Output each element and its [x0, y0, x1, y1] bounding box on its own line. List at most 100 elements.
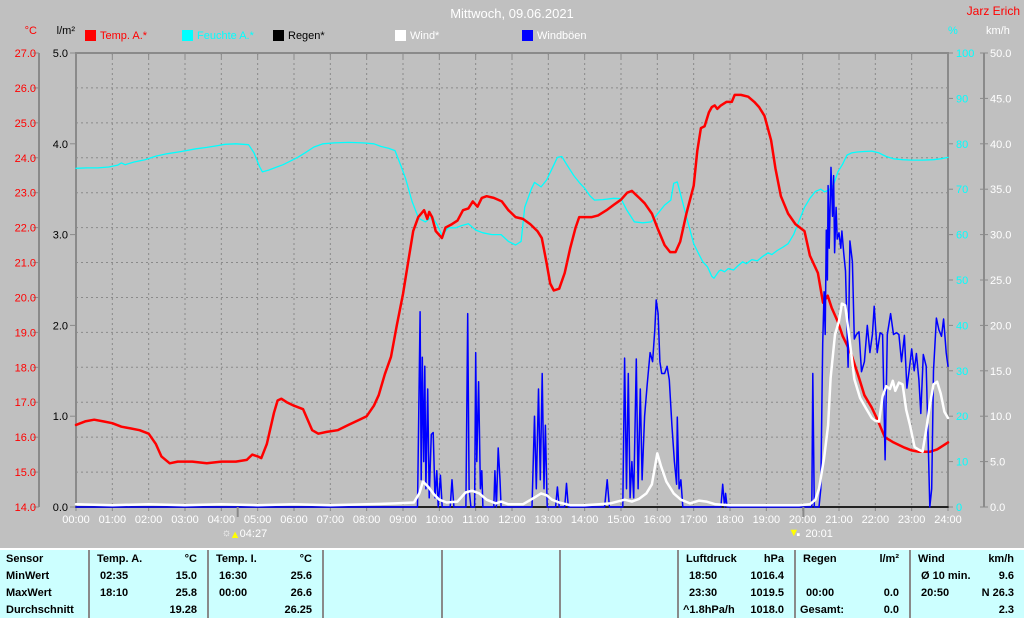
- sunrise-time-label: 04:27: [240, 528, 268, 540]
- rain-tick-label: 0.0: [53, 502, 68, 514]
- humidity-tick-label: 10: [956, 457, 968, 469]
- temp-tick-label: 15.0: [15, 467, 36, 479]
- humidity-tick-label: 100: [956, 48, 974, 60]
- hour-label: 04:00: [208, 514, 236, 526]
- temp-tick-label: 22.0: [15, 223, 36, 235]
- humidity-tick-label: 20: [956, 411, 968, 423]
- temp-tick-label: 23.0: [15, 188, 36, 200]
- temp-tick-label: 26.0: [15, 83, 36, 95]
- table-col-unit: °C: [299, 553, 312, 565]
- hour-label: 07:00: [317, 514, 345, 526]
- table-col-unit: l/m²: [879, 553, 899, 565]
- wind-tick-label: 10.0: [990, 411, 1011, 423]
- temp-tick-label: 21.0: [15, 258, 36, 270]
- rain-tick-label: 5.0: [53, 48, 68, 60]
- wind-tick-label: 35.0: [990, 184, 1011, 196]
- hour-label: 02:00: [135, 514, 163, 526]
- table-row-label: Sensor: [6, 553, 44, 565]
- hour-label: 10:00: [426, 514, 454, 526]
- wind-tick-label: 5.0: [990, 457, 1005, 469]
- wind-tick-label: 45.0: [990, 93, 1011, 105]
- humidity-tick-label: 0: [956, 502, 962, 514]
- hour-label: 21:00: [825, 514, 853, 526]
- table-min-value: 25.6: [290, 570, 312, 582]
- temp-tick-label: 20.0: [15, 292, 36, 304]
- table-max-value: 0.0: [883, 587, 899, 599]
- table-separator: [441, 550, 443, 618]
- rain-tick-label: 3.0: [53, 230, 68, 242]
- hour-label: 13:00: [535, 514, 563, 526]
- chart-canvas: 27.0 26.0 25.0 24.0 23.0 22.0 21.0 20.0 19.0 18.0…: [15, 48, 1012, 541]
- wind-tick-label: 40.0: [990, 139, 1011, 151]
- hour-label: 19:00: [753, 514, 781, 526]
- hour-label: 09:00: [389, 514, 417, 526]
- weather-app-screen: Mittwoch, 09.06.2021 Jarz Erich °C l/m² …: [0, 0, 1024, 618]
- rain-tick-label: 4.0: [53, 139, 68, 151]
- hour-label: 14:00: [571, 514, 599, 526]
- wind-tick-label: 15.0: [990, 366, 1011, 378]
- table-separator: [88, 550, 90, 618]
- hour-label: 16:00: [644, 514, 672, 526]
- temp-tick-label: 19.0: [15, 327, 36, 339]
- sunset-icon: ▪: [796, 529, 800, 541]
- table-avg-value: 0.0: [883, 604, 899, 616]
- hour-label: 08:00: [353, 514, 381, 526]
- hour-label: 01:00: [99, 514, 127, 526]
- hour-label: 23:00: [898, 514, 926, 526]
- table-min-value: 15.0: [175, 570, 197, 582]
- sunset-time-label: 20:01: [805, 528, 833, 540]
- humidity-tick-label: 90: [956, 93, 968, 105]
- table-separator: [207, 550, 209, 618]
- hour-label: 11:00: [462, 514, 489, 526]
- humidity-tick-label: 40: [956, 320, 968, 332]
- table-avg-value: 2.3: [998, 604, 1014, 616]
- table-col-unit: °C: [184, 553, 197, 565]
- table-avg-value: 1018.0: [750, 604, 784, 616]
- hour-label: 00:00: [62, 514, 90, 526]
- hour-label: 17:00: [680, 514, 708, 526]
- wind-tick-label: 20.0: [990, 320, 1011, 332]
- temp-tick-label: 18.0: [15, 362, 36, 374]
- series-humidity-line: [75, 141, 949, 279]
- hour-label: 12:00: [498, 514, 526, 526]
- table-min-value: 9.6: [998, 570, 1014, 582]
- humidity-tick-label: 80: [956, 139, 968, 151]
- table-col-unit: hPa: [763, 553, 784, 565]
- table-max-value: N 26.3: [981, 587, 1014, 599]
- table-separator: [322, 550, 324, 618]
- table-avg-value: 26.25: [284, 604, 312, 616]
- hour-label: 05:00: [244, 514, 272, 526]
- hour-label: 22:00: [862, 514, 890, 526]
- table-separator: [794, 550, 796, 618]
- humidity-tick-label: 30: [956, 366, 968, 378]
- temp-tick-label: 25.0: [15, 118, 36, 130]
- table-min-value: 1016.4: [750, 570, 784, 582]
- table-separator: [559, 550, 561, 618]
- hour-label: 15:00: [607, 514, 635, 526]
- temp-tick-label: 16.0: [15, 432, 36, 444]
- table-avg-value: 19.28: [169, 604, 197, 616]
- table-separator: [909, 550, 911, 618]
- table-max-value: 26.6: [290, 587, 312, 599]
- table-col-unit: km/h: [988, 553, 1014, 565]
- table-separator: [677, 550, 679, 618]
- humidity-tick-label: 70: [956, 184, 968, 196]
- temp-tick-label: 27.0: [15, 48, 36, 60]
- humidity-tick-label: 50: [956, 275, 968, 287]
- table-row-label: MinWert: [6, 570, 50, 582]
- wind-tick-label: 50.0: [990, 48, 1011, 60]
- table-row-label: MaxWert: [6, 587, 52, 599]
- wind-tick-label: 30.0: [990, 230, 1011, 242]
- temp-tick-label: 24.0: [15, 153, 36, 165]
- hour-label: 03:00: [171, 514, 199, 526]
- summary-table: Sensor MinWert MaxWert Durchschnitt Temp. A.…: [0, 548, 1024, 618]
- hour-label: 06:00: [280, 514, 308, 526]
- wind-tick-label: 0.0: [990, 502, 1005, 514]
- temp-tick-label: 17.0: [15, 397, 36, 409]
- rain-tick-label: 2.0: [53, 320, 68, 332]
- wind-tick-label: 25.0: [990, 275, 1011, 287]
- table-row-label: Durchschnitt: [6, 604, 74, 616]
- hour-label: 24:00: [934, 514, 962, 526]
- rain-tick-label: 1.0: [53, 411, 68, 423]
- humidity-tick-label: 60: [956, 230, 968, 242]
